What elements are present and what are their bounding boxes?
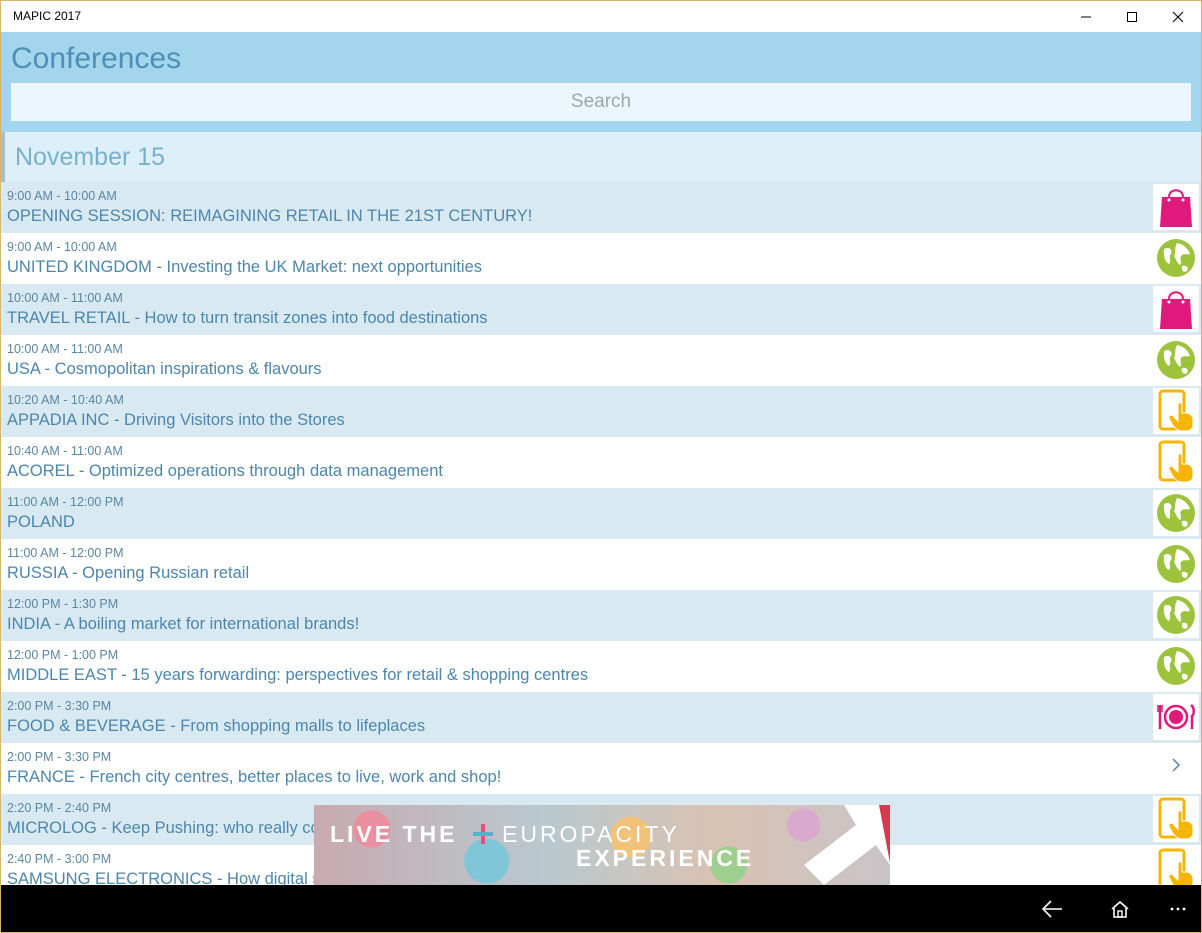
session-time: 10:40 AM - 11:00 AM bbox=[7, 444, 123, 458]
session-row[interactable]: 10:20 AM - 10:40 AM APPADIA INC - Driving… bbox=[1, 386, 1201, 437]
session-title: SAMSUNG ELECTRONICS - How digital si bbox=[7, 870, 325, 885]
session-time: 11:00 AM - 12:00 PM bbox=[7, 495, 124, 509]
session-time: 11:00 AM - 12:00 PM bbox=[7, 546, 124, 560]
session-title: RUSSIA - Opening Russian retail bbox=[7, 564, 250, 582]
chevron-right-icon bbox=[1171, 756, 1181, 779]
system-nav-bar bbox=[1, 885, 1201, 932]
session-row[interactable]: 2:00 PM - 3:30 PM FRANCE - French city ce… bbox=[1, 743, 1201, 794]
session-row[interactable]: 11:00 AM - 12:00 PM POLAND bbox=[1, 488, 1201, 539]
session-row[interactable]: 2:00 PM - 3:30 PM FOOD & BEVERAGE - From … bbox=[1, 692, 1201, 743]
session-row[interactable]: 9:00 AM - 10:00 AM UNITED KINGDOM - Inves… bbox=[1, 233, 1201, 284]
session-time: 10:00 AM - 11:00 AM bbox=[7, 342, 123, 356]
maximize-icon bbox=[1127, 11, 1137, 22]
minimize-icon bbox=[1081, 16, 1091, 17]
close-icon bbox=[1172, 11, 1184, 22]
ad-text-brand: EUROPACITY bbox=[502, 821, 680, 847]
session-title: USA - Cosmopolitan inspirations & flavou… bbox=[7, 360, 322, 378]
shopping-bag-icon bbox=[1153, 184, 1199, 230]
session-time: 10:00 AM - 11:00 AM bbox=[7, 291, 123, 305]
tablet-touch-icon bbox=[1153, 388, 1199, 434]
session-time: 12:00 PM - 1:30 PM bbox=[7, 597, 119, 611]
globe-icon bbox=[1153, 337, 1199, 383]
close-button[interactable] bbox=[1155, 1, 1201, 32]
session-time: 10:20 AM - 10:40 AM bbox=[7, 393, 124, 407]
session-title: MIDDLE EAST - 15 years forwarding: persp… bbox=[7, 666, 589, 684]
session-title: TRAVEL RETAIL - How to turn transit zone… bbox=[7, 309, 488, 327]
session-row[interactable]: 10:40 AM - 11:00 AM ACOREL - Optimized op… bbox=[1, 437, 1201, 488]
ad-text-line2: EXPERIENCE bbox=[576, 845, 755, 871]
app-window: MAPIC 2017 Conferences Search November 1… bbox=[0, 0, 1202, 933]
shopping-bag-icon bbox=[1153, 286, 1199, 332]
day-header: November 15 bbox=[1, 132, 1201, 182]
day-label: November 15 bbox=[15, 143, 166, 171]
tablet-touch-icon bbox=[1153, 439, 1199, 485]
ad-arrow-icon bbox=[804, 805, 890, 885]
session-time: 9:00 AM - 10:00 AM bbox=[7, 189, 117, 203]
session-title: UNITED KINGDOM - Investing the UK Market… bbox=[7, 258, 482, 276]
minimize-button[interactable] bbox=[1063, 1, 1109, 32]
session-title: INDIA - A boiling market for internation… bbox=[7, 615, 360, 633]
session-row[interactable]: 11:00 AM - 12:00 PM RUSSIA - Opening Russ… bbox=[1, 539, 1201, 590]
session-time: 2:40 PM - 3:00 PM bbox=[7, 852, 112, 866]
globe-icon bbox=[1153, 541, 1199, 587]
globe-icon bbox=[1153, 643, 1199, 689]
home-button[interactable] bbox=[1097, 885, 1143, 932]
plate-cutlery-icon bbox=[1153, 694, 1199, 740]
globe-icon bbox=[1153, 235, 1199, 281]
session-row[interactable]: 12:00 PM - 1:30 PM INDIA - A boiling mark… bbox=[1, 590, 1201, 641]
more-button[interactable] bbox=[1155, 885, 1201, 932]
globe-icon bbox=[1153, 490, 1199, 536]
session-list[interactable]: 9:00 AM - 10:00 AM OPENING SESSION: REIMA… bbox=[1, 182, 1201, 885]
session-row[interactable]: 10:00 AM - 11:00 AM TRAVEL RETAIL - How t… bbox=[1, 284, 1201, 335]
page-title: Conferences bbox=[11, 42, 182, 75]
session-time: 2:00 PM - 3:30 PM bbox=[7, 699, 112, 713]
session-title: POLAND bbox=[7, 513, 75, 531]
session-row[interactable]: 10:00 AM - 11:00 AM USA - Cosmopolitan in… bbox=[1, 335, 1201, 386]
window-title: MAPIC 2017 bbox=[13, 9, 82, 23]
maximize-button[interactable] bbox=[1109, 1, 1155, 32]
back-arrow-icon bbox=[1041, 899, 1062, 918]
session-row[interactable]: 12:00 PM - 1:00 PM MIDDLE EAST - 15 years… bbox=[1, 641, 1201, 692]
session-title: ACOREL - Optimized operations through da… bbox=[7, 462, 443, 480]
session-row[interactable]: 9:00 AM - 10:00 AM OPENING SESSION: REIMA… bbox=[1, 182, 1201, 233]
more-icon bbox=[1170, 907, 1186, 910]
tablet-touch-icon bbox=[1153, 796, 1199, 842]
session-title: OPENING SESSION: REIMAGINING RETAIL IN T… bbox=[7, 207, 533, 225]
session-time: 2:00 PM - 3:30 PM bbox=[7, 750, 112, 764]
europacity-logo-icon bbox=[473, 824, 493, 844]
globe-icon bbox=[1153, 592, 1199, 638]
advertisement-banner[interactable]: LIVE THE EUROPACITY EXPERIENCE bbox=[314, 805, 890, 885]
search-input[interactable]: Search bbox=[11, 83, 1191, 121]
search-placeholder: Search bbox=[570, 91, 632, 112]
back-button[interactable] bbox=[1029, 885, 1075, 932]
page-header: Conferences Search bbox=[1, 32, 1201, 132]
session-time: 2:20 PM - 2:40 PM bbox=[7, 801, 112, 815]
session-time: 12:00 PM - 1:00 PM bbox=[7, 648, 119, 662]
session-title: MICROLOG - Keep Pushing: who really co bbox=[7, 819, 320, 837]
session-title: APPADIA INC - Driving Visitors into the … bbox=[7, 411, 345, 429]
session-time: 9:00 AM - 10:00 AM bbox=[7, 240, 117, 254]
tablet-touch-icon bbox=[1153, 847, 1199, 885]
session-title: FRANCE - French city centres, better pla… bbox=[7, 768, 502, 786]
home-icon bbox=[1111, 900, 1129, 918]
ad-text-line1: LIVE THE bbox=[330, 821, 458, 847]
title-bar: MAPIC 2017 bbox=[1, 1, 1201, 32]
session-title: FOOD & BEVERAGE - From shopping malls to… bbox=[7, 717, 426, 735]
